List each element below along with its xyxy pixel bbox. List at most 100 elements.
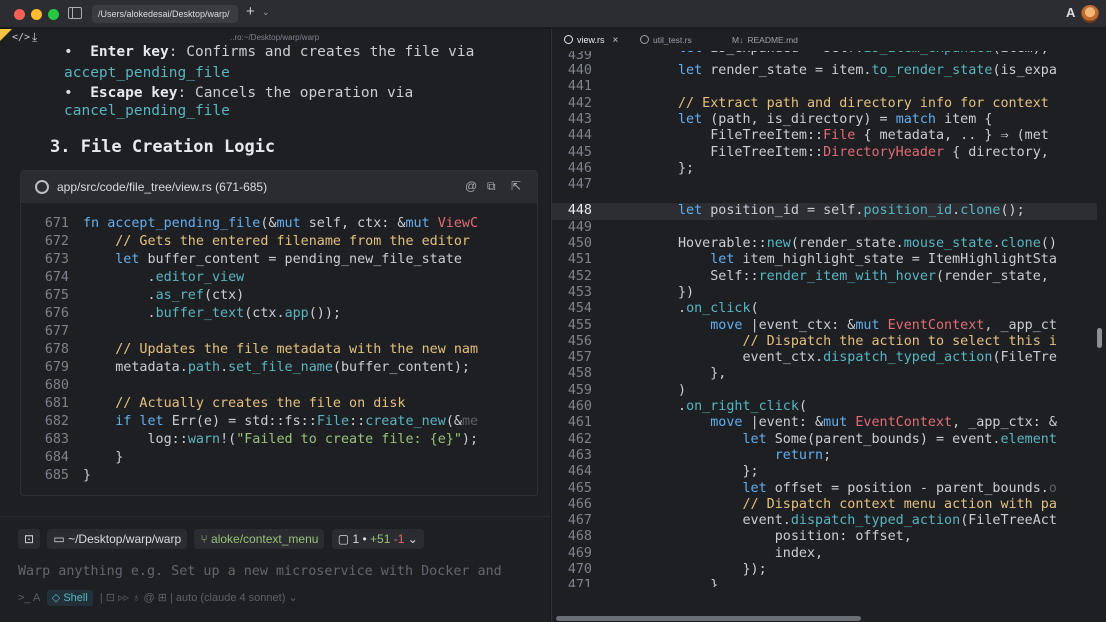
font-size-indicator[interactable]: A — [1066, 5, 1075, 20]
code-line: 683 log::warn!("Failed to create file: {… — [44, 432, 479, 447]
code-card-title[interactable]: app/src/code/file_tree/view.rs (671-685) — [57, 180, 267, 194]
prompt-input[interactable]: Warp anything e.g. Set up a new microser… — [18, 564, 538, 579]
code-line: 456 // Dispatch the action to select thi… — [567, 333, 1057, 349]
code-line: 677 — [44, 324, 69, 339]
escape-key-label: Escape key — [90, 85, 178, 101]
mention-icon[interactable]: @ — [143, 592, 154, 604]
bullet: • — [64, 85, 73, 101]
model-selector[interactable]: auto (claude 4 sonnet) — [176, 592, 285, 604]
tab-view-rs[interactable]: view.rs × — [556, 29, 618, 51]
code-line: 454 .on_click( — [567, 301, 759, 317]
code-line: 674 .editor_view — [44, 270, 245, 285]
chevron-down-icon[interactable]: ⌄ — [288, 592, 297, 604]
code-line: 672 // Gets the entered filename from th… — [44, 234, 470, 249]
attach-image-icon[interactable]: ⊞ — [158, 592, 167, 604]
code-toggle-icon[interactable]: </> — [12, 32, 30, 43]
pane-path: ..ro:~/Desktop/warp/warp — [230, 33, 320, 42]
title-bar: /Users/alokedesai/Desktop/warp/ + ⌄ A — [0, 0, 1106, 28]
sidebar-toggle-icon[interactable] — [68, 7, 82, 19]
code-line: 449 — [567, 219, 592, 235]
chat-icon[interactable]: ⊡ — [18, 529, 41, 549]
rust-file-icon — [35, 180, 49, 194]
code-line: 463 return; — [567, 447, 832, 463]
tab-readme-md[interactable]: M↓ README.md — [724, 29, 798, 51]
fast-forward-icon[interactable]: ▹▹ — [118, 592, 129, 604]
microphone-icon[interactable]: ♁ — [132, 592, 140, 604]
close-tab-icon[interactable]: × — [613, 35, 619, 46]
toolbar-divider: | — [99, 592, 103, 604]
cancel-pending-file-code: cancel_pending_file — [64, 103, 230, 119]
accept-pending-file-code: accept_pending_file — [64, 65, 230, 81]
code-line: 464 }; — [567, 464, 759, 480]
code-line: 450 Hoverable::new(render_state.mouse_sta… — [567, 236, 1057, 251]
code-line: 671 fn accept_pending_file(&mut self, ctx… — [44, 216, 479, 231]
new-tab-button[interactable]: + — [246, 3, 255, 20]
directory-chip[interactable]: ▭ ~/Desktop/warp/warp — [47, 529, 188, 549]
code-line: 440 let render_state = item.to_render_sta… — [567, 63, 1057, 78]
code-line: 465 let offset = position - parent_bound… — [567, 480, 1057, 496]
code-line: 467 event.dispatch_typed_action(FileTree… — [567, 513, 1057, 529]
code-line: 453}) — [567, 284, 695, 300]
code-line: 675 .as_ref(ctx) — [44, 288, 245, 303]
code-line: 459) — [567, 382, 687, 398]
code-line: 469 index, — [567, 545, 824, 561]
enter-key-description: : Confirms and creates the file via — [168, 44, 475, 60]
code-line: 468 position: offset, — [567, 529, 912, 545]
maximize-window-button[interactable] — [48, 9, 59, 20]
code-line: 441 — [567, 79, 592, 95]
code-line: 682 if let Err(e) = std::fs::File::creat… — [44, 414, 479, 429]
shell-mode-button[interactable]: ◇ Shell — [46, 590, 93, 606]
tab-util-test-rs[interactable]: util_test.rs — [632, 29, 692, 51]
ai-icon[interactable]: A — [33, 592, 40, 604]
copy-icon[interactable]: ⧉ — [487, 179, 496, 194]
horizontal-scrollbar[interactable] — [556, 616, 861, 621]
toolbar-divider: | — [169, 592, 173, 604]
code-line: 443 let (path, is_directory) = match item… — [567, 111, 993, 127]
avatar[interactable] — [1081, 5, 1099, 23]
code-line: 685} — [44, 468, 92, 483]
code-line: 679 metadata.path.set_file_name(buffer_c… — [44, 360, 470, 375]
list-item: • Escape key: Cancels the operation via — [64, 84, 413, 102]
list-item-continuation: cancel_pending_file — [64, 102, 230, 120]
code-line: 439let is_expanded = self.is_item_expand… — [567, 51, 1049, 60]
changes-chip[interactable]: ▢ 1 • +51 -1 ⌄ — [331, 529, 424, 549]
branch-chip[interactable]: ⑂ aloke/context_menu — [194, 529, 325, 549]
branch-label: aloke/context_menu — [211, 532, 319, 546]
tab-dropdown-icon[interactable]: ⌄ — [262, 7, 270, 18]
code-line: 444 FileTreeItem::File { metadata, .. } … — [567, 128, 1049, 144]
prompt-input-area: ⊡ ▭ ~/Desktop/warp/warp ⑂ aloke/context_… — [0, 516, 550, 622]
code-line: 684 } — [44, 450, 124, 465]
code-card-header: app/src/code/file_tree/view.rs (671-685)… — [21, 171, 537, 203]
markdown-icon: M↓ — [732, 35, 744, 45]
code-line: 458 }, — [567, 366, 727, 382]
download-icon[interactable]: ⤓ — [32, 30, 37, 45]
code-line: 447 — [567, 177, 592, 193]
code-line-highlighted: 448 let position_id = self.position_id.cl… — [552, 203, 1097, 220]
code-line: 462 let Some(parent_bounds) = event.elem… — [567, 431, 1057, 447]
code-line: 455 move |event_ctx: &mut EventContext, … — [567, 317, 1057, 333]
minimize-window-button[interactable] — [31, 9, 42, 20]
rust-file-icon — [564, 35, 573, 44]
directory-label: ~/Desktop/warp/warp — [68, 532, 182, 546]
code-line: 452 Self::render_item_with_hover(render_… — [567, 268, 1049, 284]
list-item-continuation: accept_pending_file — [64, 64, 230, 82]
terminal-icon[interactable]: >_ — [18, 592, 31, 604]
image-icon[interactable]: ⊡ — [106, 592, 115, 604]
code-line: 457 event_ctx.dispatch_typed_action(File… — [567, 350, 1057, 366]
code-snippet-card: app/src/code/file_tree/view.rs (671-685)… — [20, 170, 538, 496]
section-heading: 3. File Creation Logic — [50, 137, 276, 157]
code-line: 461 move |event: &mut EventContext, _app… — [567, 415, 1057, 431]
code-line: 466 // Dispatch context menu action with… — [567, 496, 1057, 512]
context-chips: ⊡ ▭ ~/Desktop/warp/warp ⑂ aloke/context_… — [18, 529, 428, 549]
agent-pane: </> ⤓ ..ro:~/Desktop/warp/warp • Enter k… — [0, 29, 550, 622]
escape-key-description: : Cancels the operation via — [177, 85, 414, 101]
mention-icon[interactable]: @ — [465, 179, 477, 193]
code-line: 442// Extract path and directory info fo… — [567, 95, 1049, 111]
code-line: 446}; — [567, 160, 695, 176]
vertical-scrollbar[interactable] — [1097, 328, 1102, 348]
window-tab[interactable]: /Users/alokedesai/Desktop/warp/ — [92, 5, 238, 23]
open-external-icon[interactable]: ⇱ — [511, 179, 521, 193]
bullet: • — [64, 44, 73, 60]
enter-key-label: Enter key — [90, 44, 169, 60]
close-window-button[interactable] — [14, 9, 25, 20]
